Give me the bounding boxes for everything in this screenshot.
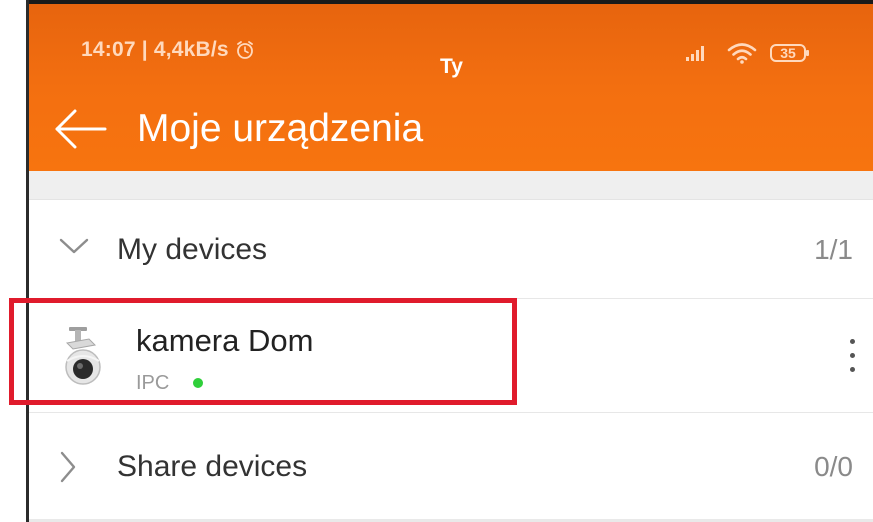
device-row[interactable]: kamera Dom IPC — [29, 299, 873, 413]
group-label: My devices — [117, 233, 268, 266]
alarm-clock-icon — [236, 41, 253, 59]
group-count: 1/1 — [814, 234, 853, 265]
group-my-devices[interactable]: My devices 1/1 — [29, 200, 873, 299]
battery-icon: 35 — [770, 43, 810, 63]
arrow-left-icon — [55, 109, 107, 149]
device-name: kamera Dom — [136, 323, 314, 358]
page-title: Moje urządzenia — [137, 107, 424, 150]
app-header: 14:07 | 4,4kB/s Ty 35 Moje urządzenia — [29, 4, 873, 171]
group-label: Share devices — [117, 450, 308, 483]
signal-icon — [686, 46, 704, 61]
toolbar: Moje urządzenia — [29, 99, 873, 171]
header-divider — [29, 171, 873, 200]
device-menu-button[interactable] — [841, 333, 865, 381]
device-type: IPC — [136, 372, 170, 394]
status-time-text: 14:07 | 4,4kB/s — [81, 38, 229, 61]
status-bar: 14:07 | 4,4kB/s Ty 35 — [29, 4, 873, 94]
group-count: 0/0 — [814, 451, 853, 482]
battery-level: 35 — [780, 45, 796, 61]
status-center-text: Ty — [440, 55, 463, 78]
online-status-dot — [193, 378, 203, 388]
chevron-right-icon — [60, 451, 76, 483]
status-indicators: 35 — [684, 42, 810, 64]
group-share-devices[interactable]: Share devices 0/0 — [29, 413, 873, 519]
wifi-icon — [727, 43, 757, 64]
screenshot-frame: 14:07 | 4,4kB/s Ty 35 Moje urządzenia My… — [0, 0, 873, 522]
app-screen: 14:07 | 4,4kB/s Ty 35 Moje urządzenia My… — [29, 4, 873, 522]
status-time-speed: 14:07 | 4,4kB/s — [81, 38, 255, 62]
back-button[interactable] — [53, 107, 113, 151]
chevron-down-icon — [59, 238, 89, 254]
security-camera-icon — [65, 327, 101, 385]
